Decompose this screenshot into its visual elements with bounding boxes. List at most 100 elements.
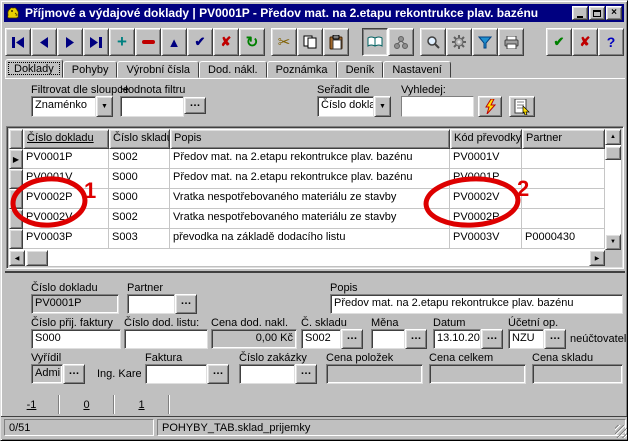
confirm-button[interactable]: ✔ xyxy=(546,28,572,56)
column-header-cislo-skladu[interactable]: Číslo skladu xyxy=(109,129,170,149)
cancel-edit-button[interactable]: ✘ xyxy=(213,28,239,56)
ucetni-op-browse-button[interactable]: … xyxy=(544,329,566,349)
nav-next-button[interactable] xyxy=(57,28,83,56)
minus-one-button[interactable]: -1 xyxy=(5,395,58,414)
cell-cislo-dokladu[interactable]: PV0001P xyxy=(23,149,109,169)
sort-dropdown-button[interactable]: ▼ xyxy=(374,96,391,117)
popis-field[interactable]: Předov mat. na 2.etapu rekontrukce plav.… xyxy=(330,294,623,314)
datum-browse-button[interactable]: … xyxy=(481,329,503,349)
c-skladu-browse-button[interactable]: … xyxy=(341,329,363,349)
post-record-button[interactable]: ✔ xyxy=(187,28,213,56)
scroll-up-button[interactable]: ▲ xyxy=(605,129,621,145)
partner-browse-button[interactable]: … xyxy=(175,294,197,314)
cell-cislo-skladu[interactable]: S000 xyxy=(109,189,170,209)
row-selector[interactable] xyxy=(9,229,23,249)
tab-nastaveni[interactable]: Nastavení xyxy=(383,61,451,78)
search-execute-button[interactable] xyxy=(478,96,502,117)
cell-cislo-skladu[interactable]: S003 xyxy=(109,229,170,249)
cell-cislo-skladu[interactable]: S002 xyxy=(109,149,170,169)
tab-vyrobni-cisla[interactable]: Výrobní čísla xyxy=(117,61,199,78)
cell-popis[interactable]: převodka na základě dodacího listu xyxy=(170,229,450,249)
cell-kod-prevodky[interactable]: PV0002P xyxy=(450,209,522,229)
help-button[interactable]: ? xyxy=(598,28,624,56)
vertical-scroll-thumb[interactable] xyxy=(605,146,621,160)
minimize-button[interactable] xyxy=(572,6,588,20)
table-row[interactable]: PV0002V S002 Vratka nespotřebovaného mat… xyxy=(9,209,621,229)
scroll-right-button[interactable]: ▶ xyxy=(589,250,605,266)
cell-popis[interactable]: Vratka nespotřebovaného materiálu ze sta… xyxy=(170,189,450,209)
search-button[interactable] xyxy=(420,28,446,56)
search-list-button[interactable] xyxy=(509,96,535,117)
cell-cislo-dokladu[interactable]: PV0001V xyxy=(23,169,109,189)
filter-column-dropdown-button[interactable]: ▼ xyxy=(96,96,113,117)
cell-cislo-dokladu[interactable]: PV0002P xyxy=(23,189,109,209)
search-input[interactable] xyxy=(401,96,474,117)
cut-button[interactable]: ✂ xyxy=(271,28,297,56)
filter-value-browse-button[interactable]: … xyxy=(184,97,206,114)
cell-cislo-skladu[interactable]: S002 xyxy=(109,209,170,229)
column-header-kod-prevodky[interactable]: Kód převodky xyxy=(450,129,522,149)
nav-first-button[interactable] xyxy=(5,28,31,56)
cislo-zakazky-field[interactable] xyxy=(239,364,295,384)
settings-button[interactable] xyxy=(446,28,472,56)
mena-field[interactable] xyxy=(371,329,405,349)
ucetni-op-field[interactable]: NZU xyxy=(508,329,544,349)
cell-cislo-dokladu[interactable]: PV0003P xyxy=(23,229,109,249)
vyridil-browse-button[interactable]: … xyxy=(63,364,85,384)
tab-dod-nakl[interactable]: Dod. nákl. xyxy=(199,61,267,78)
table-row[interactable]: ▶ PV0001P S002 Předov mat. na 2.etapu re… xyxy=(9,149,621,169)
discard-button[interactable]: ✘ xyxy=(572,28,598,56)
one-button[interactable]: 1 xyxy=(115,395,168,414)
cell-kod-prevodky[interactable]: PV0002V xyxy=(450,189,522,209)
row-selector[interactable] xyxy=(9,169,23,189)
vertical-scrollbar[interactable]: ▲ ▼ xyxy=(605,129,621,250)
table-row[interactable]: PV0003P S003 převodka na základě dodacíh… xyxy=(9,229,621,249)
add-record-button[interactable]: + xyxy=(109,28,135,56)
cislo-zakazky-browse-button[interactable]: … xyxy=(295,364,317,384)
tab-doklady[interactable]: Doklady xyxy=(5,59,63,78)
column-header-partner[interactable]: Partner xyxy=(522,129,605,149)
sort-combo[interactable]: Číslo dokla ▼ xyxy=(317,96,391,117)
cislo-dod-listu-field[interactable] xyxy=(124,329,208,349)
edit-record-button[interactable]: ▲ xyxy=(161,28,187,56)
cell-cislo-skladu[interactable]: S000 xyxy=(109,169,170,189)
nav-prev-button[interactable] xyxy=(31,28,57,56)
refresh-button[interactable]: ↻ xyxy=(239,28,265,56)
maximize-button[interactable] xyxy=(589,6,605,20)
scroll-down-button[interactable]: ▼ xyxy=(605,234,621,250)
table-row[interactable]: PV0001V S000 Předov mat. na 2.etapu reko… xyxy=(9,169,621,189)
cell-popis[interactable]: Předov mat. na 2.etapu rekontrukce plav.… xyxy=(170,169,450,189)
close-button[interactable]: × xyxy=(606,6,622,20)
cell-partner[interactable] xyxy=(522,169,605,189)
print-button[interactable] xyxy=(498,28,524,56)
column-header-cislo-dokladu[interactable]: Číslo dokladu xyxy=(23,129,109,149)
cell-cislo-dokladu[interactable]: PV0002V xyxy=(23,209,109,229)
horizontal-scrollbar[interactable]: ◀ ▶ xyxy=(9,250,605,266)
delete-record-button[interactable] xyxy=(135,28,161,56)
table-row[interactable]: PV0002P S000 Vratka nespotřebovaného mat… xyxy=(9,189,621,209)
cislo-prij-faktury-field[interactable]: S000 xyxy=(31,329,121,349)
browse-book-button[interactable] xyxy=(362,28,388,56)
copy-button[interactable] xyxy=(297,28,323,56)
cell-kod-prevodky[interactable]: PV0001P xyxy=(450,169,522,189)
mena-browse-button[interactable]: … xyxy=(405,329,427,349)
c-skladu-field[interactable]: S002 xyxy=(301,329,341,349)
resize-grip[interactable] xyxy=(615,425,628,438)
filter-button[interactable] xyxy=(472,28,498,56)
faktura-field[interactable] xyxy=(145,364,207,384)
tab-pohyby[interactable]: Pohyby xyxy=(63,61,118,78)
cell-partner[interactable] xyxy=(522,149,605,169)
tab-poznamka[interactable]: Poznámka xyxy=(267,61,337,78)
cell-partner[interactable] xyxy=(522,209,605,229)
tab-denik[interactable]: Deník xyxy=(337,61,384,78)
filter-value-input[interactable]: … xyxy=(120,96,207,117)
column-header-popis[interactable]: Popis xyxy=(170,129,450,149)
horizontal-scroll-thumb[interactable] xyxy=(26,250,48,266)
cell-partner[interactable]: P0000430 xyxy=(522,229,605,249)
faktura-browse-button[interactable]: … xyxy=(207,364,229,384)
cell-kod-prevodky[interactable]: PV0003V xyxy=(450,229,522,249)
datum-field[interactable]: 13.10.200 xyxy=(433,329,481,349)
tree-view-button[interactable] xyxy=(388,28,414,56)
scroll-left-button[interactable]: ◀ xyxy=(9,250,25,266)
cell-popis[interactable]: Předov mat. na 2.etapu rekontrukce plav.… xyxy=(170,149,450,169)
